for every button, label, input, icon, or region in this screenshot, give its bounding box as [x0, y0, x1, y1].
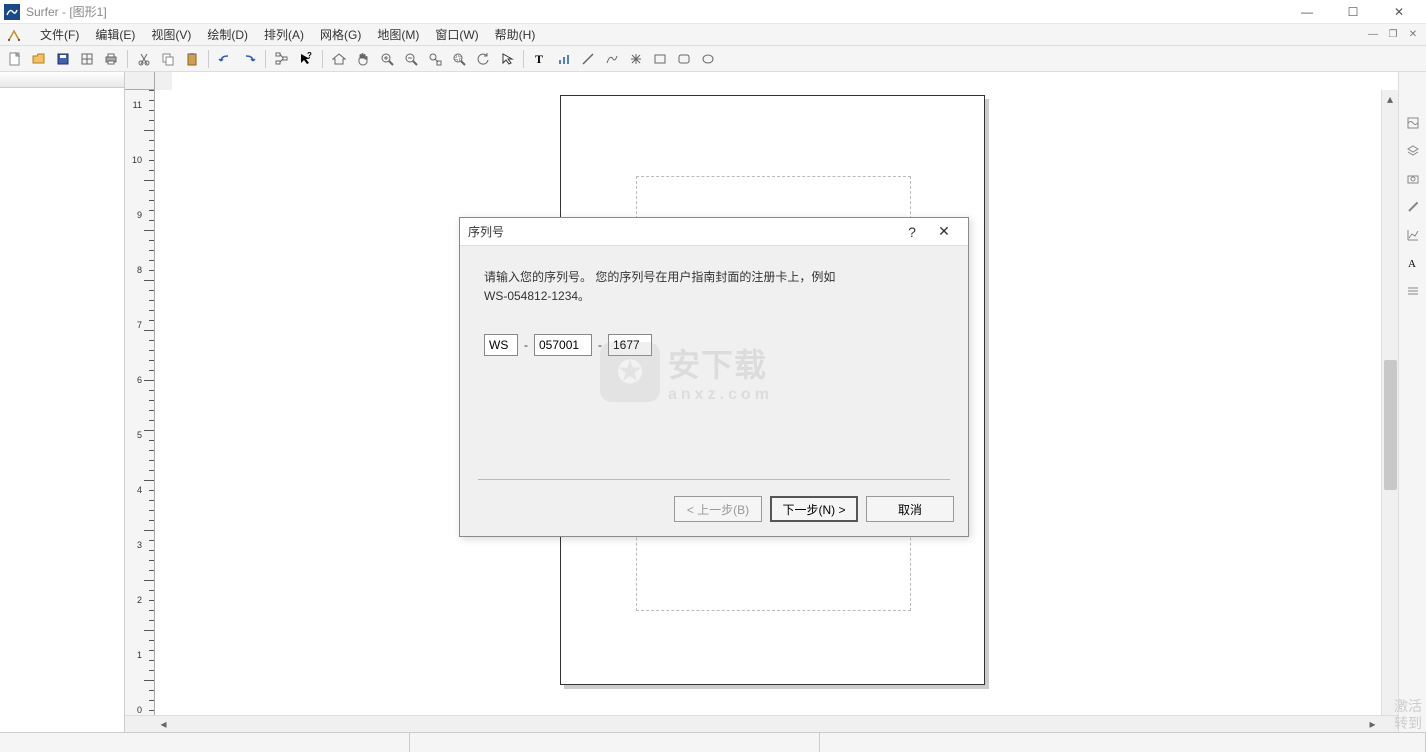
redo-icon[interactable]	[238, 48, 260, 70]
vertical-ruler: 01234567891011	[125, 90, 155, 715]
open-file-icon[interactable]	[28, 48, 50, 70]
roundrect-icon[interactable]	[673, 48, 695, 70]
dialog-help-button[interactable]: ?	[896, 221, 928, 243]
wand-icon[interactable]	[1402, 196, 1424, 218]
scroll-thumb[interactable]	[1384, 360, 1397, 490]
grid-icon[interactable]	[76, 48, 98, 70]
dialog-close-button[interactable]: ✕	[928, 221, 960, 243]
zoom-region-icon[interactable]	[448, 48, 470, 70]
graph-icon[interactable]	[553, 48, 575, 70]
map-icon[interactable]	[1402, 112, 1424, 134]
text-tool-icon[interactable]: A	[1402, 252, 1424, 274]
vertical-scrollbar[interactable]: ▴	[1381, 90, 1398, 715]
dialog-instruction: 请输入您的序列号。 您的序列号在用户指南封面的注册卡上，例如 WS-054812…	[484, 268, 944, 306]
object-panel	[0, 72, 125, 732]
zoom-fit-icon[interactable]	[424, 48, 446, 70]
serial-part1-input[interactable]	[484, 334, 518, 356]
horizontal-scrollbar[interactable]: ◂ ▸	[125, 715, 1398, 732]
more-icon[interactable]	[1402, 280, 1424, 302]
window-title: Surfer - [图形1]	[26, 3, 1284, 20]
scroll-right-icon[interactable]: ▸	[1364, 716, 1381, 732]
tree-icon[interactable]	[271, 48, 293, 70]
home-icon[interactable]	[328, 48, 350, 70]
save-file-icon[interactable]	[52, 48, 74, 70]
activation-hint: 激活 转到	[1394, 698, 1422, 732]
undo-icon[interactable]	[214, 48, 236, 70]
menu-item[interactable]: 文件(F)	[32, 26, 87, 44]
panel-body	[0, 88, 124, 732]
menu-item[interactable]: 网格(G)	[312, 26, 369, 44]
text-icon[interactable]: T	[529, 48, 551, 70]
cancel-button[interactable]: 取消	[866, 496, 954, 522]
serial-separator: -	[598, 338, 602, 352]
toolbar: ?T	[0, 46, 1426, 72]
line-icon[interactable]	[577, 48, 599, 70]
mdi-minimize-button[interactable]: —	[1364, 28, 1382, 42]
rect-icon[interactable]	[649, 48, 671, 70]
chart-icon[interactable]	[1402, 224, 1424, 246]
dialog-divider	[478, 479, 950, 480]
ruler-corner	[125, 72, 155, 90]
svg-text:A: A	[1408, 258, 1416, 270]
menu-item[interactable]: 编辑(E)	[87, 26, 143, 44]
scroll-left-icon[interactable]: ◂	[155, 716, 172, 732]
serial-separator: -	[524, 338, 528, 352]
menu-item[interactable]: 绘制(D)	[199, 26, 256, 44]
paste-icon[interactable]	[181, 48, 203, 70]
refresh-icon[interactable]	[472, 48, 494, 70]
doc-icon	[4, 25, 24, 45]
serial-part2-input[interactable]	[534, 334, 592, 356]
ellipse-icon[interactable]	[697, 48, 719, 70]
dialog-titlebar[interactable]: 序列号 ? ✕	[460, 218, 968, 246]
serial-row: - -	[484, 334, 944, 356]
close-button[interactable]: ✕	[1376, 1, 1422, 23]
menu-item[interactable]: 帮助(H)	[487, 26, 544, 44]
help-pointer-icon[interactable]: ?	[295, 48, 317, 70]
cut-icon[interactable]	[133, 48, 155, 70]
serial-part3-input[interactable]	[608, 334, 652, 356]
mdi-close-button[interactable]: ✕	[1404, 28, 1422, 42]
menu-item[interactable]: 视图(V)	[143, 26, 199, 44]
window-titlebar: Surfer - [图形1] — ☐ ✕	[0, 0, 1426, 24]
svg-text:T: T	[535, 52, 543, 66]
maximize-button[interactable]: ☐	[1330, 1, 1376, 23]
next-button[interactable]: 下一步(N) >	[770, 496, 858, 522]
layers-icon[interactable]	[1402, 140, 1424, 162]
statusbar	[0, 732, 1426, 752]
zoom-out-icon[interactable]	[400, 48, 422, 70]
serial-dialog: 序列号 ? ✕ 请输入您的序列号。 您的序列号在用户指南封面的注册卡上，例如 W…	[459, 217, 969, 537]
back-button: < 上一步(B)	[674, 496, 762, 522]
mdi-restore-button[interactable]: ❐	[1384, 28, 1402, 42]
panel-header	[0, 72, 124, 88]
camera-icon[interactable]	[1402, 168, 1424, 190]
menubar: 文件(F)编辑(E)视图(V)绘制(D)排列(A)网格(G)地图(M)窗口(W)…	[0, 24, 1426, 46]
new-file-icon[interactable]	[4, 48, 26, 70]
dialog-title: 序列号	[468, 223, 896, 240]
hand-icon[interactable]	[352, 48, 374, 70]
app-icon	[4, 4, 20, 20]
right-toolbar: A	[1398, 72, 1426, 732]
copy-icon[interactable]	[157, 48, 179, 70]
burst-icon[interactable]	[625, 48, 647, 70]
zoom-in-icon[interactable]	[376, 48, 398, 70]
menu-item[interactable]: 地图(M)	[369, 26, 427, 44]
curve-icon[interactable]	[601, 48, 623, 70]
svg-text:?: ?	[307, 52, 312, 60]
pointer-icon[interactable]	[496, 48, 518, 70]
menu-item[interactable]: 窗口(W)	[427, 26, 486, 44]
minimize-button[interactable]: —	[1284, 1, 1330, 23]
print-icon[interactable]	[100, 48, 122, 70]
menu-item[interactable]: 排列(A)	[256, 26, 312, 44]
